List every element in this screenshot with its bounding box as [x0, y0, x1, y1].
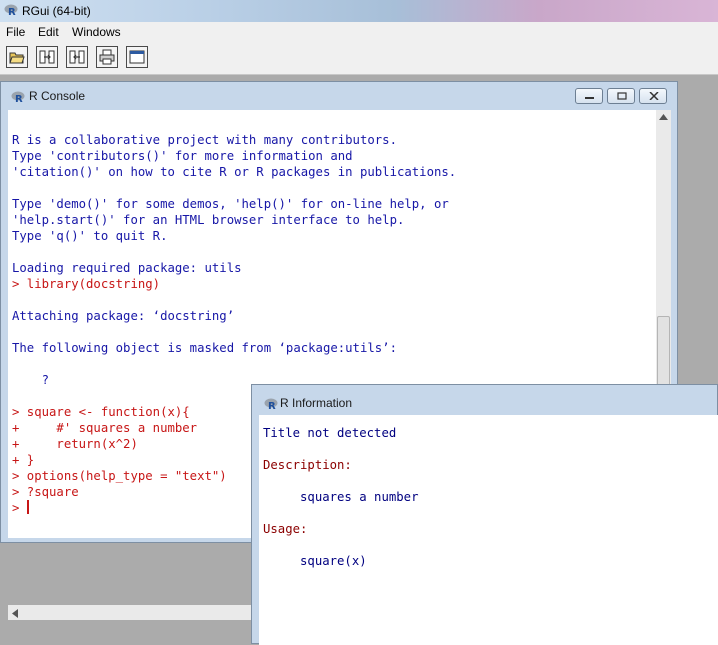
save-workspace-icon — [69, 50, 85, 64]
app-title-bar[interactable]: R RGui (64-bit) — [0, 0, 718, 22]
console-line: Type 'demo()' for some demos, 'help()' f… — [12, 197, 449, 211]
menu-edit[interactable]: Edit — [38, 25, 59, 39]
console-title: R Console — [29, 89, 86, 103]
console-line: > library(docstring) — [12, 277, 161, 291]
info-line: Description: — [263, 458, 352, 472]
svg-text:R: R — [15, 94, 23, 104]
console-line: The following object is masked from ‘pac… — [12, 341, 397, 355]
info-title: R Information — [280, 396, 353, 410]
scroll-up-icon — [659, 114, 668, 120]
restore-icon — [617, 92, 627, 100]
save-workspace-button[interactable] — [66, 46, 88, 68]
menu-bar: File Edit Windows — [0, 22, 718, 42]
console-line: Type 'q()' to quit R. — [12, 229, 168, 243]
info-line — [263, 473, 418, 489]
console-line: Loading required package: utils — [12, 261, 242, 275]
r-logo-icon: R — [264, 398, 278, 411]
info-line: square(x) — [263, 554, 367, 568]
scroll-left-icon — [12, 609, 18, 618]
console-button[interactable] — [126, 46, 148, 68]
console-line: 'citation()' on how to cite R or R packa… — [12, 165, 457, 179]
menu-windows[interactable]: Windows — [72, 25, 121, 39]
console-line: R is a collaborative project with many c… — [12, 133, 397, 147]
load-workspace-icon — [39, 50, 55, 64]
close-button[interactable] — [639, 88, 667, 104]
console-line: Type 'contributors()' for more informati… — [12, 149, 353, 163]
close-icon — [649, 92, 659, 100]
r-logo-icon: R — [4, 4, 18, 17]
info-output[interactable]: Title not detected Description: squares … — [259, 415, 718, 645]
info-line — [263, 441, 418, 457]
print-icon — [99, 49, 115, 65]
info-line — [263, 537, 418, 553]
toolbar — [0, 42, 718, 75]
horizontal-scrollbar[interactable] — [8, 605, 256, 620]
info-line: squares a number — [263, 490, 419, 504]
info-line: Usage: — [263, 522, 308, 536]
minimize-icon — [585, 97, 594, 99]
open-script-icon — [9, 52, 25, 64]
console-line: Attaching package: ‘docstring’ — [12, 309, 235, 323]
console-line: 'help.start()' for an HTML browser inter… — [12, 213, 405, 227]
menu-file[interactable]: File — [6, 25, 25, 39]
info-text: Title not detected Description: squares … — [263, 425, 418, 569]
minimize-button[interactable] — [575, 88, 603, 104]
info-line: Title not detected — [263, 426, 397, 440]
r-information-window[interactable]: R R Information Title not detected Descr… — [251, 384, 718, 645]
print-button[interactable] — [96, 46, 118, 68]
info-line — [263, 505, 418, 521]
svg-text:R: R — [268, 401, 276, 411]
open-script-button[interactable] — [6, 46, 28, 68]
load-workspace-button[interactable] — [36, 46, 58, 68]
svg-text:R: R — [8, 7, 16, 17]
r-logo-icon: R — [11, 91, 25, 104]
console-icon — [129, 50, 145, 64]
app-title: RGui (64-bit) — [22, 4, 91, 18]
text-cursor — [26, 500, 29, 514]
restore-button[interactable] — [607, 88, 635, 104]
prompt-symbol: > — [12, 501, 27, 515]
